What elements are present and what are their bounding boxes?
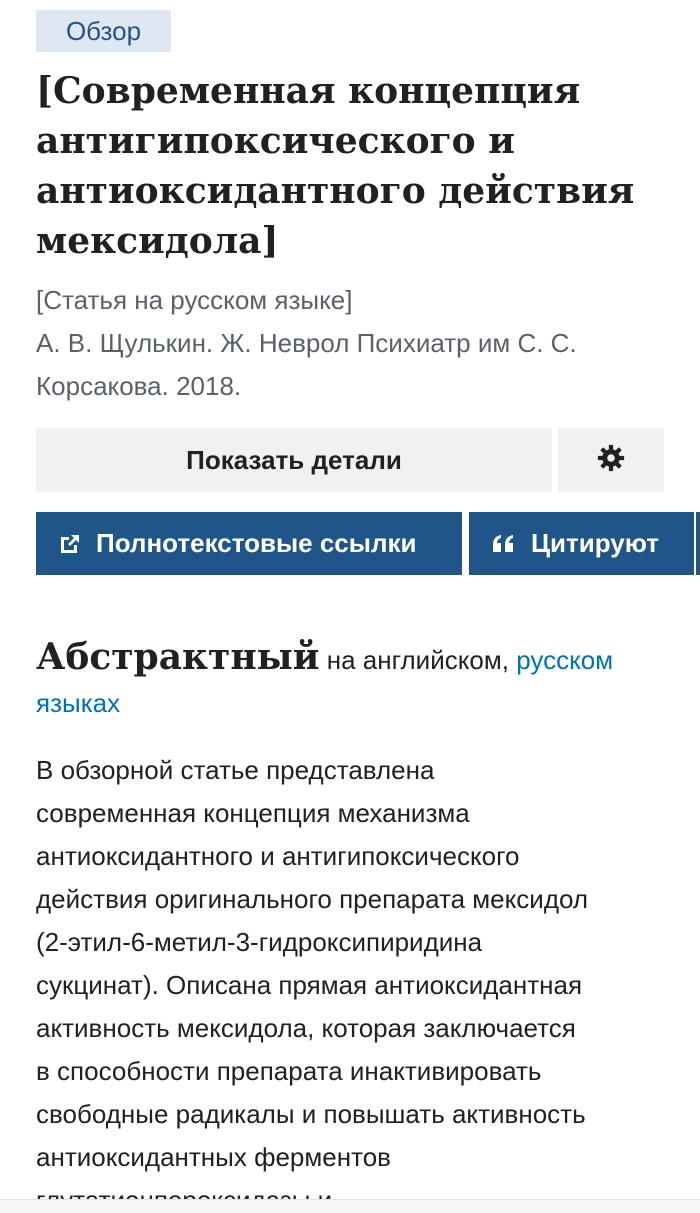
title-line: [Современная концепция (36, 70, 581, 112)
russian-language-link[interactable]: русском (516, 645, 613, 675)
quote-icon (491, 533, 517, 555)
abstract-line: (2-этил-6-метил-3-гидроксипиридина (36, 927, 483, 957)
abstract-lang-text: на английском, (326, 645, 509, 675)
title-line: антигипоксического и (36, 120, 515, 162)
article-page: Обзор [Современная концепция антигипокси… (0, 0, 700, 1213)
abstract-line: активность мексидола, которая заключаетс… (36, 1013, 576, 1043)
cite-label: Цитируют (531, 528, 659, 558)
title-line: мексидола] (36, 220, 279, 262)
cite-button[interactable]: Цитируют (469, 512, 694, 575)
article-title: [Современная концепция антигипоксическог… (36, 66, 676, 266)
language-note: [Статья на русском языке] (36, 285, 353, 315)
abstract-line: свободные радикалы и повышать активность (36, 1099, 586, 1129)
citation-line: А. В. Щулькин. Ж. Неврол Психиатр им С. … (36, 328, 577, 358)
full-text-links-button[interactable]: Полнотекстовые ссылки (36, 512, 462, 575)
gear-icon (596, 443, 626, 478)
abstract-heading: Абстрактный на английском, русском языка… (36, 636, 676, 725)
abstract-line: антиоксидантных ферментов (36, 1142, 391, 1172)
abstract-title: Абстрактный (36, 636, 320, 678)
abstract-line: современная концепция механизма (36, 798, 470, 828)
title-line: антиоксидантного действия (36, 170, 635, 212)
article-type-badge: Обзор (36, 10, 171, 52)
display-settings-button[interactable] (558, 428, 664, 492)
article-meta: [Статья на русском языке] А. В. Щулькин.… (36, 279, 676, 408)
citation-line: Корсакова. 2018. (36, 371, 242, 401)
abstract-line: сукцинат). Описана прямая антиоксидантна… (36, 970, 583, 1000)
abstract-line: в способности препарата инактивировать (36, 1056, 542, 1086)
abstract-line: антиоксидантного и антигипоксического (36, 841, 520, 871)
abstract-line: действия оригинального препарата мексидо… (36, 884, 589, 914)
full-text-links-label: Полнотекстовые ссылки (96, 528, 417, 558)
abstract-line: В обзорной статье представлена (36, 755, 435, 785)
next-action-button[interactable] (696, 512, 700, 575)
show-details-button[interactable]: Показать детали (36, 428, 552, 492)
abstract-text: В обзорной статье представлена современн… (36, 749, 676, 1203)
languages-link[interactable]: языках (36, 688, 120, 718)
external-link-icon (58, 532, 82, 556)
bottom-overlay-bar (0, 1199, 700, 1213)
